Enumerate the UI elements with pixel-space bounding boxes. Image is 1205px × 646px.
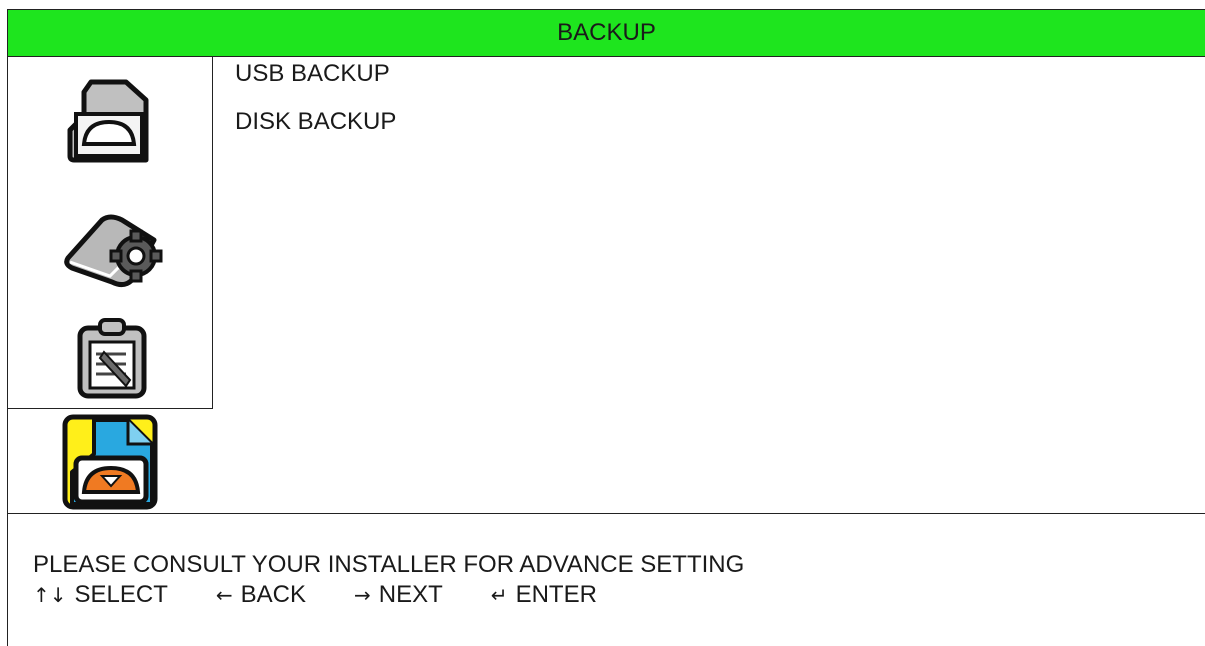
footer-divider	[8, 513, 1205, 514]
key-hint-back: ← BACK	[216, 580, 306, 610]
usb-backup-icon[interactable]	[66, 78, 156, 164]
disk-settings-icon[interactable]	[62, 210, 170, 294]
left-arrow-icon: ←	[215, 583, 233, 607]
key-hint-select: ↑↓ SELECT	[33, 580, 168, 610]
key-hints: ↑↓ SELECT ← BACK → NEXT ↵ ENTER	[33, 580, 744, 610]
menu-item-disk-backup[interactable]: DISK BACKUP	[235, 108, 396, 137]
key-hint-label: BACK	[240, 581, 307, 608]
up-down-arrow-icon: ↑↓	[33, 583, 67, 607]
key-hint-label: SELECT	[74, 581, 168, 608]
footer: PLEASE CONSULT YOUR INSTALLER FOR ADVANC…	[33, 550, 744, 610]
key-hint-next: → NEXT	[354, 580, 443, 610]
backup-folder-icon[interactable]	[62, 414, 158, 510]
backup-menu: USB BACKUP DISK BACKUP	[235, 60, 396, 156]
key-hint-enter: ↵ ENTER	[491, 580, 597, 610]
clipboard-log-icon[interactable]	[76, 316, 150, 400]
key-hint-label: ENTER	[515, 581, 597, 608]
right-arrow-icon: →	[354, 583, 371, 607]
enter-icon: ↵	[490, 583, 508, 607]
menu-item-usb-backup[interactable]: USB BACKUP	[235, 60, 396, 89]
title-bar: BACKUP	[8, 10, 1205, 57]
installer-notice: PLEASE CONSULT YOUR INSTALLER FOR ADVANC…	[33, 551, 745, 578]
key-hint-label: NEXT	[378, 581, 443, 608]
page-title: BACKUP	[557, 19, 656, 46]
